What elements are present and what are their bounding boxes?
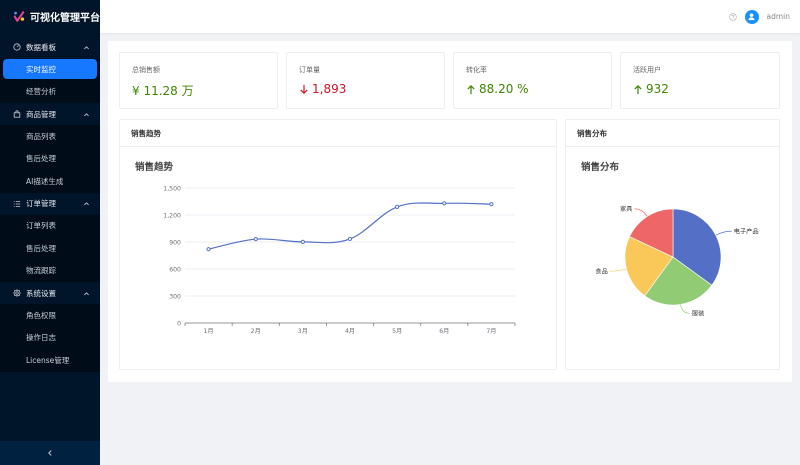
- card-header: 销售趋势: [120, 120, 556, 147]
- sidebar-item-business-analysis[interactable]: 经营分析: [0, 81, 100, 104]
- sidebar-item-after-sales[interactable]: 售后处理: [0, 148, 100, 171]
- submenu-orders: 订单列表 售后处理 物流跟踪: [0, 214, 100, 283]
- sidebar: 可视化管理平台 数据看板 实时监控 经营分析 商品管理 商品列表 售后处理 AI…: [0, 0, 100, 465]
- pie-label: 服装: [692, 310, 704, 318]
- pie-label-line: [609, 268, 627, 272]
- stat-value: 1,893: [312, 82, 347, 96]
- sidebar-item-logistics[interactable]: 物流跟踪: [0, 260, 100, 283]
- pie-label-line: [634, 208, 648, 217]
- stat-label: 活跃用户: [633, 66, 661, 74]
- stat-value-row: 932: [633, 82, 767, 96]
- menu-group-dashboard[interactable]: 数据看板: [0, 36, 100, 58]
- brand[interactable]: 可视化管理平台: [0, 0, 100, 33]
- x-tick-label: 4月: [345, 328, 355, 335]
- data-point: [206, 247, 211, 252]
- data-point: [442, 201, 447, 206]
- chevron-up-icon: [84, 202, 89, 206]
- submenu-settings: 角色权限 操作日志 License管理: [0, 304, 100, 372]
- sidebar-item-realtime-monitor[interactable]: 实时监控: [3, 59, 97, 79]
- y-tick-label: 0: [177, 321, 181, 328]
- chevron-left-icon: [48, 450, 52, 456]
- stat-value-row: 1,893: [299, 82, 432, 96]
- y-tick-label: 600: [169, 267, 181, 274]
- stat-value-row: ¥ 11.28 万: [132, 82, 265, 99]
- menu-group-label: 系统设置: [26, 288, 56, 298]
- submenu-products: 商品列表 售后处理 AI描述生成: [0, 125, 100, 193]
- pie-label: 食品: [595, 267, 607, 275]
- data-point: [253, 237, 258, 242]
- data-point: [395, 204, 400, 210]
- sidebar-item-order-list[interactable]: 订单列表: [0, 215, 100, 238]
- y-tick-label: 1,200: [163, 213, 181, 220]
- logo-icon: [13, 11, 25, 22]
- stat-label: 总销售额: [132, 66, 160, 74]
- app-title: 可视化管理平台: [30, 13, 100, 24]
- shopping-bag-icon: [13, 110, 21, 118]
- menu-group-settings[interactable]: 系统设置: [0, 282, 100, 304]
- sales-distribution-pie-chart: 电子产品服装 食品 家具: [595, 205, 759, 318]
- stat-label: 订单量: [299, 66, 320, 74]
- pie-label-line: [680, 304, 690, 314]
- stat-value: ¥ 11.28 万: [132, 84, 194, 98]
- x-tick-label: 3月: [298, 328, 308, 335]
- menu-group-label: 商品管理: [26, 109, 56, 119]
- x-tick-label: 7月: [486, 328, 496, 335]
- side-menu: 数据看板 实时监控 经营分析 商品管理 商品列表 售后处理 AI描述生成 订单管…: [0, 36, 100, 372]
- submenu-dashboard: 实时监控 经营分析: [0, 59, 100, 103]
- sales-trend-line-chart: 0 300 600 900 1,200 1,500 1月 2月 3月 4月 5月 6月 7月: [163, 186, 516, 335]
- y-tick-label: 1,500: [163, 186, 181, 193]
- stat-value-row: 88.20 %: [466, 82, 599, 96]
- stat-value: 932: [646, 82, 669, 96]
- y-tick-label: 900: [169, 240, 181, 247]
- arrow-down-icon: [300, 84, 308, 94]
- username[interactable]: admin: [767, 12, 791, 21]
- x-tick-label: 5月: [392, 328, 402, 335]
- chevron-up-icon: [84, 112, 89, 116]
- stat-card-orders: 订单量 1,893: [286, 52, 445, 109]
- user-avatar[interactable]: [744, 9, 759, 24]
- sidebar-item-order-after-sales[interactable]: 售后处理: [0, 237, 100, 260]
- header-actions: admin: [728, 0, 791, 33]
- pie-label-line: [715, 230, 732, 236]
- stat-card-total-sales: 总销售额 ¥ 11.28 万: [119, 52, 278, 109]
- top-header: admin: [100, 0, 800, 33]
- data-point: [300, 239, 305, 245]
- x-tick-label: 2月: [251, 328, 261, 335]
- menu-group-label: 订单管理: [26, 199, 56, 208]
- gear-icon: [13, 289, 21, 297]
- list-icon: [13, 200, 21, 207]
- x-tick-label: 1月: [204, 328, 214, 335]
- y-tick-label: 300: [169, 294, 181, 301]
- menu-group-products[interactable]: 商品管理: [0, 103, 100, 125]
- card-header: 销售分布: [566, 120, 779, 147]
- arrow-up-icon: [467, 84, 475, 94]
- arrow-up-icon: [634, 84, 642, 94]
- menu-group-label: 数据看板: [26, 42, 56, 52]
- sidebar-item-roles[interactable]: 角色权限: [0, 304, 100, 327]
- data-point: [347, 236, 353, 242]
- sales-distribution-card: 销售分布 销售分布 电子产品 服装 食品 家具: [565, 119, 780, 370]
- collapse-sidebar-button[interactable]: [0, 441, 100, 465]
- x-tick-label: 6月: [439, 328, 449, 335]
- chevron-up-icon: [84, 291, 89, 295]
- stat-label: 转化率: [466, 66, 487, 74]
- sidebar-item-license[interactable]: License管理: [0, 349, 100, 372]
- help-icon[interactable]: [728, 12, 737, 21]
- user-icon: [748, 13, 755, 21]
- pie-label: 电子产品: [734, 227, 759, 235]
- stat-card-conversion-rate: 转化率 88.20 %: [453, 52, 612, 109]
- stat-card-active-users: 活跃用户 932: [620, 52, 780, 109]
- dashboard-icon: [13, 43, 21, 51]
- stat-value: 88.20 %: [479, 82, 529, 96]
- sidebar-item-product-list[interactable]: 商品列表: [0, 125, 100, 148]
- pie-label: 家具: [620, 205, 632, 213]
- main-content: 总销售额 ¥ 11.28 万 订单量 1,893 转化率 88.20 % 活跃用…: [108, 41, 792, 382]
- sales-trend-card: 销售趋势 销售趋势 0 300 600 900 1,200 1,500 1月 2月 3月 4月 5月…: [119, 119, 557, 370]
- data-point: [489, 202, 494, 207]
- chevron-up-icon: [84, 45, 89, 49]
- sidebar-item-operation-log[interactable]: 操作日志: [0, 327, 100, 350]
- menu-group-orders[interactable]: 订单管理: [0, 193, 100, 215]
- sidebar-item-ai-description[interactable]: AI描述生成: [0, 170, 100, 193]
